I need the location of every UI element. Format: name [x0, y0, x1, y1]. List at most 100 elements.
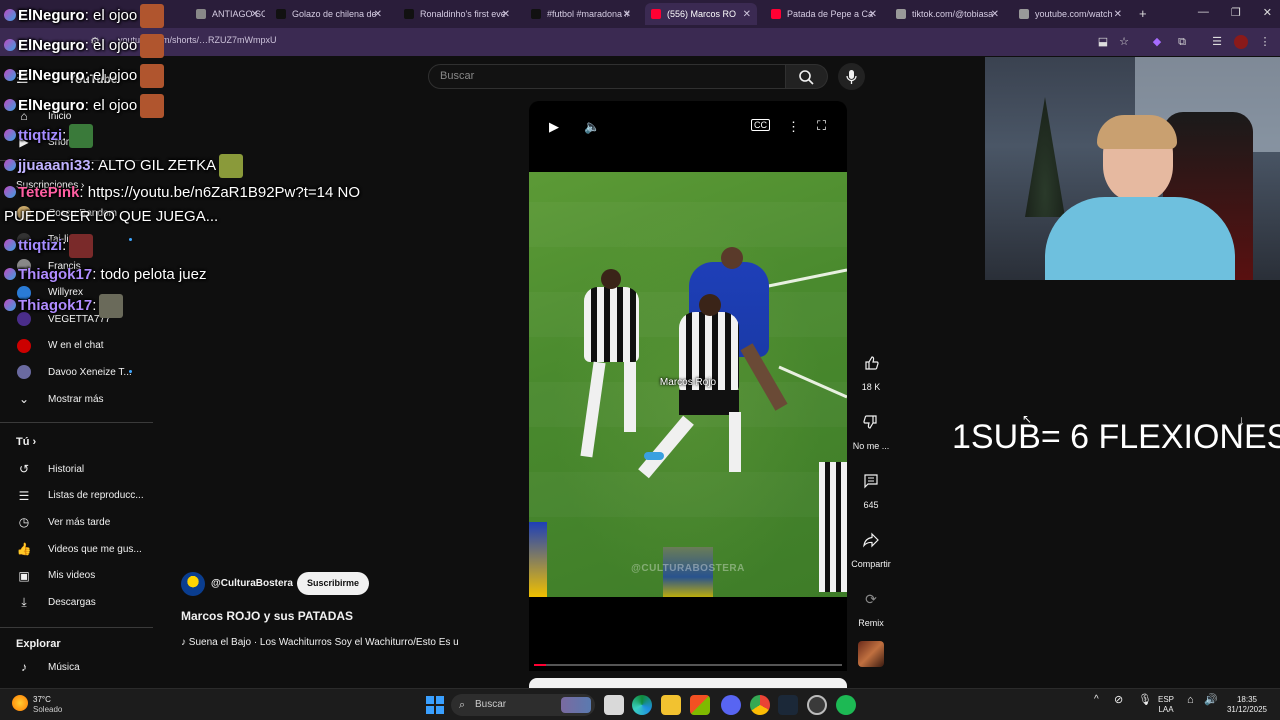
install-icon[interactable]: ⬓ [1096, 35, 1110, 49]
tray-mic-icon[interactable]: 🎙 [1138, 695, 1152, 706]
explore-header: Explorar [16, 638, 61, 650]
search-input[interactable]: Buscar [428, 64, 786, 89]
browser-tab[interactable]: Patada de Pepe a Ca ✕ [765, 3, 883, 25]
chat-username: jjuaaani33 [18, 156, 91, 174]
dislike-button[interactable]: No me ... [849, 406, 893, 451]
browser-tab[interactable]: ANTIAGO SOSA✕ [190, 3, 265, 25]
share-button[interactable]: Compartir [849, 524, 893, 569]
discord-icon[interactable] [721, 695, 741, 715]
captions-icon[interactable]: CC [751, 119, 770, 131]
tab-close-icon[interactable]: ✕ [623, 9, 631, 20]
voice-search-button[interactable] [838, 63, 865, 90]
network-icon[interactable]: ⌂ [1187, 695, 1194, 706]
chat-username: ElNeguro [18, 36, 85, 54]
minimize-icon[interactable]: — [1198, 6, 1209, 19]
subscription-item[interactable]: W en el chat [0, 334, 153, 358]
browser-tab[interactable]: Golazo de chilena de ✕ [270, 3, 388, 25]
profile-avatar[interactable] [1234, 35, 1248, 49]
player-figure [584, 287, 639, 362]
chat-username: ttiqtizi [18, 236, 63, 254]
microsoft-store-icon[interactable] [690, 695, 710, 715]
chat-emote [99, 294, 124, 318]
play-icon[interactable]: ▶ [549, 119, 559, 135]
browser-tab[interactable]: (556) Marcos RO ✕ [645, 3, 757, 25]
chat-badge-icon [4, 238, 16, 251]
file-explorer-icon[interactable] [661, 695, 681, 715]
chat-message: jjuaaani33: ALTO GIL ZETKA [4, 154, 244, 178]
sidebar-item-history[interactable]: ↺ Historial [0, 457, 153, 481]
tab-close-icon[interactable]: ✕ [374, 9, 382, 20]
bookmark-star-icon[interactable]: ☆ [1117, 35, 1131, 49]
tray-chevron-icon[interactable]: ^ [1094, 695, 1099, 705]
sidebar-item-download[interactable]: ⤓ Descargas [0, 591, 153, 615]
edge-icon[interactable] [632, 695, 652, 715]
extension-icon[interactable]: ◆ [1150, 35, 1164, 49]
tab-label: (556) Marcos RO [667, 9, 737, 19]
browser-tab[interactable]: Ronaldinho's first eve ✕ [398, 3, 516, 25]
extensions-puzzle-icon[interactable]: ⧉ [1175, 35, 1189, 49]
more-menu-icon[interactable]: ⋮ [1258, 35, 1272, 49]
close-icon[interactable]: ✕ [1263, 6, 1272, 19]
taskbar-search[interactable]: ⌕ Buscar [451, 694, 595, 716]
tab-close-icon[interactable]: ✕ [1114, 9, 1122, 20]
start-icon[interactable] [425, 695, 445, 715]
sidebar-item-label: Historial [48, 463, 85, 475]
volume-icon[interactable]: 🔈 [584, 119, 600, 135]
new-tab-button[interactable]: + [1139, 6, 1147, 21]
steam-icon[interactable] [778, 695, 798, 715]
chat-text: PUEDE SER LO QUE JUEGA... [4, 208, 219, 225]
tray-app-icon[interactable]: ⊘ [1114, 695, 1123, 706]
media-control-icon[interactable]: ☰ [1210, 35, 1224, 49]
language-indicator[interactable]: ESP LAA [1158, 695, 1174, 715]
browser-tab[interactable]: #futbol #maradona # ✕ [525, 3, 637, 25]
tab-close-icon[interactable]: ✕ [991, 9, 999, 20]
like-button[interactable]: 18 K [849, 347, 893, 392]
comments-button[interactable]: 645 [849, 465, 893, 510]
windows-taskbar: 37°C Soleado ⌕ Buscar ^ ⊘ 🎙 ESP LAA ⌂ 🔊 … [0, 688, 1280, 720]
sidebar-item-clock[interactable]: ◷ Ver más tarde [0, 510, 153, 534]
fullscreen-icon[interactable]: ⛶ [817, 118, 826, 134]
spotify-icon[interactable] [836, 695, 856, 715]
chat-text: : [92, 296, 97, 314]
channel-avatar[interactable] [181, 572, 205, 596]
tab-close-icon[interactable]: ✕ [743, 9, 751, 20]
comment-icon [855, 465, 887, 497]
sidebar-item-thumb-up[interactable]: 👍 Videos que me gus... [0, 537, 153, 561]
shorts-video-player[interactable]: ▶ 🔈 CC ⋮ ⛶ Marcos Rojo @CULTURABOSTERA [529, 101, 847, 671]
player-boot [644, 452, 664, 460]
tab-close-icon[interactable]: ✕ [502, 9, 510, 20]
video-icon: ▣ [18, 568, 30, 583]
volume-icon[interactable]: 🔊 [1204, 695, 1218, 706]
browser-tab[interactable]: youtube.com/watch ✕ [1013, 3, 1128, 25]
chat-message: Thiagok17: [4, 294, 124, 318]
subscribe-button[interactable]: Suscribirme [297, 572, 369, 595]
chrome-icon[interactable] [750, 695, 770, 715]
download-arrow-icon: ↓ [1238, 412, 1245, 428]
browser-tab[interactable]: tiktok.com/@tobiasa ✕ [890, 3, 1005, 25]
search-button[interactable] [786, 64, 828, 89]
sidebar-item-playlist[interactable]: ☰ Listas de reproducc... [0, 484, 153, 508]
tab-close-icon[interactable]: ✕ [251, 9, 259, 20]
task-view-icon[interactable] [604, 695, 624, 715]
sidebar-item-video[interactable]: ▣ Mis videos [0, 564, 153, 588]
tab-close-icon[interactable]: ✕ [869, 9, 877, 20]
chat-emote [140, 94, 165, 118]
sound-thumbnail[interactable] [858, 641, 884, 667]
more-options-icon[interactable]: ⋮ [787, 119, 800, 135]
weather-desc[interactable]: Soleado [33, 705, 62, 714]
remix-label: Remix [858, 618, 884, 628]
remix-button[interactable]: ⟳ Remix [849, 583, 893, 629]
you-header[interactable]: Tú › [16, 436, 36, 448]
weather-temp[interactable]: 37°C [33, 695, 51, 704]
video-title[interactable]: Marcos ROJO y sus PATADAS [181, 609, 353, 623]
music-ticker[interactable]: ♪ Suena el Bajo · Los Wachiturros Soy el… [181, 637, 459, 648]
progress-bar[interactable] [534, 664, 842, 666]
sidebar-item-musica[interactable]: ♪ Música [0, 655, 153, 679]
weather-sun-icon[interactable] [12, 695, 28, 711]
maximize-icon[interactable]: ❐ [1231, 6, 1241, 19]
channel-name[interactable]: @CulturaBostera [211, 578, 293, 589]
tab-label: Golazo de chilena de [292, 9, 377, 19]
obs-icon[interactable] [807, 695, 827, 715]
clock[interactable]: 18:35 31/12/2025 [1224, 695, 1270, 715]
show-more-button[interactable]: ⌄ Mostrar más [0, 387, 153, 411]
